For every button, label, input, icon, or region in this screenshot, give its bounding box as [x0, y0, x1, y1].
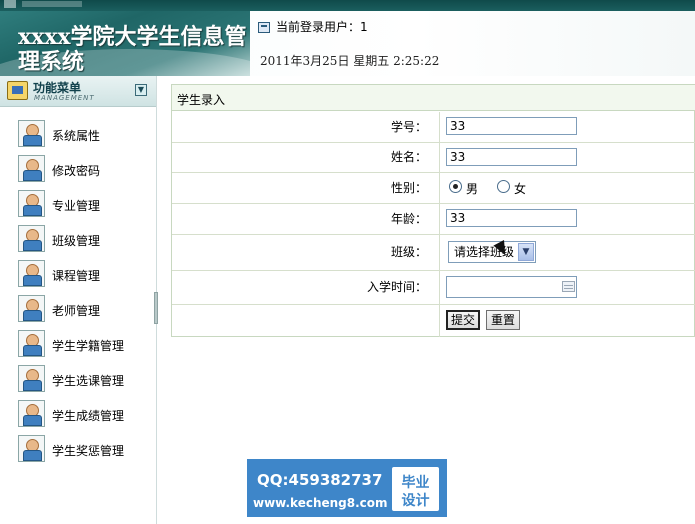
age-label: 年龄： [390, 212, 427, 226]
row-gender: 性别： 男 女 [172, 173, 695, 204]
badge-line2: 设计 [401, 493, 430, 509]
datetime: 2011年3月25日 星期五 2:25:22 [260, 54, 440, 68]
sidebar-header: 功能菜单 MANAGEMENT ▼ [0, 76, 156, 107]
submit-button[interactable]: 提交 [446, 310, 480, 330]
user-icon [18, 120, 45, 147]
male-label: 男 [466, 182, 479, 196]
student-id-label: 学号： [390, 120, 427, 134]
sidebar-item-rewards-penalties[interactable]: 学生奖惩管理 [18, 435, 138, 463]
system-title: xxxx学院大学生信息管理系统 [18, 24, 247, 75]
sidebar-item-change-password[interactable]: 修改密码 [18, 155, 138, 183]
collapse-icon[interactable]: ▼ [135, 84, 147, 96]
enroll-date-label: 入学时间： [366, 280, 427, 294]
student-id-input[interactable]: 33 [446, 117, 577, 135]
current-user-line: 当前登录用户：1 [258, 18, 368, 35]
form-title-bar: 学生录入 [172, 85, 695, 111]
sidebar-item-label: 班级管理 [52, 234, 101, 248]
sidebar-item-label: 学生成绩管理 [52, 409, 125, 423]
sidebar-item-label: 修改密码 [52, 164, 101, 178]
row-class: 班级： 请选择班级 ▼ [172, 235, 695, 271]
window-top-strip [0, 0, 695, 11]
sidebar: 功能菜单 MANAGEMENT ▼ 系统属性 修改密码 专业管理 班级管理 课程… [0, 76, 157, 524]
watermark-qq: QQ:459382737 [257, 471, 383, 489]
user-icon [18, 155, 45, 182]
sidebar-item-major-management[interactable]: 专业管理 [18, 190, 138, 218]
gender-label: 性别： [390, 181, 427, 195]
sidebar-item-student-status[interactable]: 学生学籍管理 [18, 330, 138, 358]
row-enroll-date: 入学时间： [172, 271, 695, 305]
header-banner: xxxx学院大学生信息管理系统 [0, 11, 250, 76]
badge-line1: 毕业 [401, 475, 430, 491]
sidebar-item-grades[interactable]: 学生成绩管理 [18, 400, 138, 428]
sidebar-item-label: 系统属性 [52, 129, 101, 143]
user-icon [18, 365, 45, 392]
gender-male-option[interactable]: 男 [449, 180, 489, 196]
class-select[interactable]: 请选择班级 ▼ [448, 241, 536, 263]
current-user-label: 当前登录用户： [276, 20, 361, 34]
user-icon [18, 435, 45, 462]
user-icon [18, 295, 45, 322]
student-entry-form: 学生录入 学号： 33 姓名： 33 性别： 男 女 年龄： 33 班级： 请选… [171, 84, 695, 337]
app-icon [4, 0, 16, 8]
calendar-icon[interactable] [562, 281, 575, 292]
class-label: 班级： [390, 245, 427, 259]
row-age: 年龄： 33 [172, 204, 695, 235]
chevron-down-icon[interactable]: ▼ [518, 243, 534, 261]
sidebar-item-label: 学生选课管理 [52, 374, 125, 388]
menu-book-icon [7, 81, 28, 100]
window-caption [22, 1, 82, 7]
sidebar-item-system-properties[interactable]: 系统属性 [18, 120, 138, 148]
enroll-date-input[interactable] [446, 276, 577, 298]
gender-female-option[interactable]: 女 [497, 180, 537, 196]
sidebar-item-label: 学生奖惩管理 [52, 444, 125, 458]
user-icon [18, 190, 45, 217]
sidebar-item-course-management[interactable]: 课程管理 [18, 260, 138, 288]
sidebar-item-course-selection[interactable]: 学生选课管理 [18, 365, 138, 393]
page-header: xxxx学院大学生信息管理系统 当前登录用户：1 2011年3月25日 星期五 … [0, 11, 695, 76]
sidebar-item-teacher-management[interactable]: 老师管理 [18, 295, 138, 323]
name-input[interactable]: 33 [446, 148, 577, 166]
sidebar-subtitle: MANAGEMENT [34, 94, 95, 102]
name-label: 姓名： [390, 150, 427, 164]
user-icon [18, 330, 45, 357]
age-input[interactable]: 33 [446, 209, 577, 227]
row-name: 姓名： 33 [172, 143, 695, 173]
user-icon [18, 260, 45, 287]
sidebar-splitter[interactable] [154, 292, 158, 324]
current-user-value: 1 [360, 20, 368, 34]
reset-button[interactable]: 重置 [486, 310, 520, 330]
sidebar-item-label: 老师管理 [52, 304, 101, 318]
monitor-icon [258, 22, 270, 33]
watermark: QQ:459382737 www.kecheng8.com 毕业 设计 [247, 459, 447, 517]
watermark-badge: 毕业 设计 [392, 467, 439, 511]
sidebar-item-class-management[interactable]: 班级管理 [18, 225, 138, 253]
female-label: 女 [514, 182, 527, 196]
watermark-url: www.kecheng8.com [253, 496, 388, 510]
male-radio[interactable] [449, 180, 462, 193]
row-actions: 提交 重置 [172, 305, 695, 337]
user-icon [18, 225, 45, 252]
user-icon [18, 400, 45, 427]
row-student-id: 学号： 33 [172, 112, 695, 143]
sidebar-item-label: 学生学籍管理 [52, 339, 125, 353]
sidebar-item-label: 课程管理 [52, 269, 101, 283]
female-radio[interactable] [497, 180, 510, 193]
sidebar-item-label: 专业管理 [52, 199, 101, 213]
form-title: 学生录入 [177, 93, 226, 107]
